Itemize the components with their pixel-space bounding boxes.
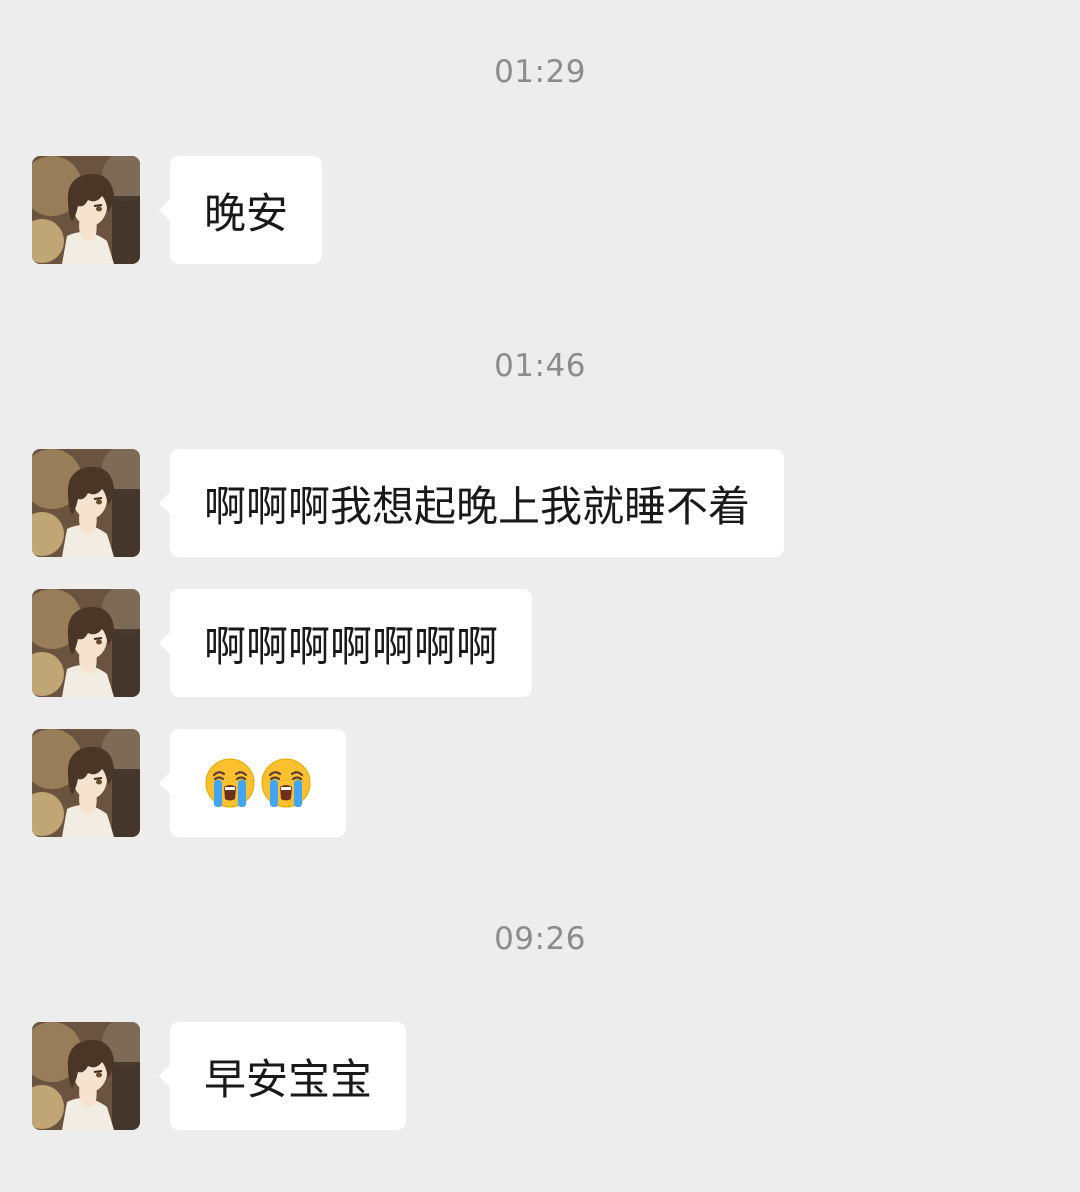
timestamp: 01:46 [494, 348, 586, 384]
anime-boy-avatar-icon [32, 1022, 140, 1130]
loudly-crying-face-icon [204, 757, 256, 809]
message-bubble[interactable]: 晚安 [158, 156, 323, 264]
anime-boy-avatar-icon [32, 589, 140, 697]
contact-avatar[interactable] [32, 1022, 140, 1130]
contact-avatar[interactable] [32, 156, 140, 264]
emoji-row [204, 757, 312, 809]
anime-boy-avatar-icon [32, 449, 140, 557]
loudly-crying-face-icon [260, 757, 312, 809]
timestamp: 09:26 [494, 921, 586, 957]
contact-avatar[interactable] [32, 449, 140, 557]
contact-avatar[interactable] [32, 589, 140, 697]
message-bubble[interactable]: 早安宝宝 [158, 1022, 407, 1130]
message-bubble[interactable]: 啊啊啊我想起晚上我就睡不着 [158, 449, 785, 557]
timestamp: 01:29 [494, 54, 586, 90]
message-bubble[interactable]: 啊啊啊啊啊啊啊 [158, 589, 533, 697]
contact-avatar[interactable] [32, 729, 140, 837]
anime-boy-avatar-icon [32, 156, 140, 264]
anime-boy-avatar-icon [32, 729, 140, 837]
emoji-message-bubble[interactable] [159, 729, 346, 837]
